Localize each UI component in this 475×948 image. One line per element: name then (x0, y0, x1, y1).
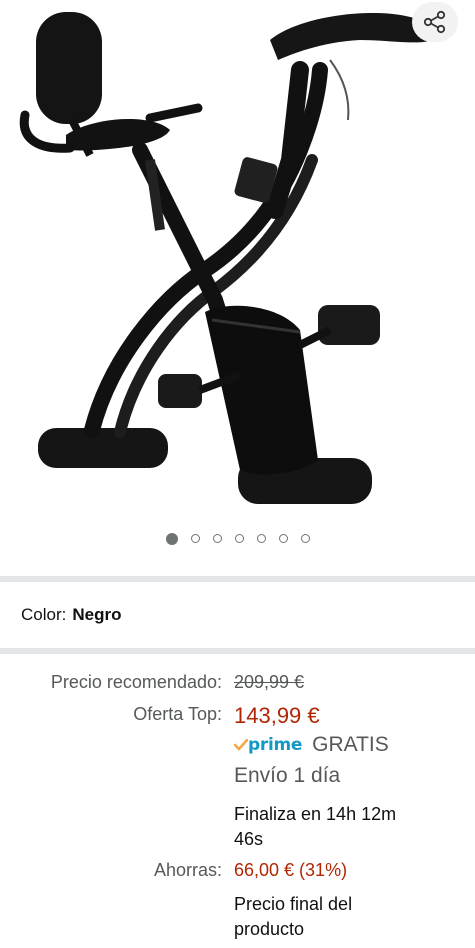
shipping-speed: Envío 1 día (234, 764, 341, 787)
list-price-value: 209,99 € (234, 672, 305, 692)
carousel-dot-7[interactable] (300, 534, 310, 543)
carousel-dot-2[interactable] (190, 534, 200, 543)
final-price-note: Precio final del producto (234, 892, 352, 942)
final-price-line-2: producto (234, 919, 305, 939)
final-price-line-1: Precio final del (234, 894, 353, 914)
deal-ends-timer: Finaliza en 14h 12m 46s (234, 802, 396, 852)
section-divider (0, 576, 475, 582)
carousel-dot-5[interactable] (256, 534, 266, 543)
prime-check-icon (234, 739, 248, 751)
color-value: Negro (72, 605, 122, 624)
section-divider (0, 648, 475, 654)
share-button[interactable] (412, 2, 458, 42)
shipping-free: GRATIS (312, 733, 389, 756)
prime-shipping: prime GRATIS (234, 733, 389, 757)
deal-ends-line-2: 46s (234, 829, 264, 849)
carousel-dot-1[interactable] (165, 533, 178, 545)
list-price-row: Precio recomendado: 209,99 € (0, 672, 475, 698)
carousel-dot-4[interactable] (234, 534, 244, 543)
prime-shipping-row: prime GRATIS (0, 733, 475, 761)
deal-price-value: 143,99 € (234, 703, 320, 728)
carousel-dot-3[interactable] (212, 534, 222, 543)
color-variant-row[interactable]: Color: Negro (21, 603, 121, 627)
prime-logo: prime (234, 735, 302, 755)
savings-label: Ahorras: (153, 860, 222, 880)
product-image-exercise-bike[interactable] (0, 0, 475, 520)
savings-value: 66,00 € (31%) (234, 860, 348, 880)
share-icon (423, 10, 446, 34)
prime-brand: prime (248, 735, 303, 755)
product-image-carousel[interactable] (0, 0, 475, 575)
color-label: Color: (21, 605, 67, 624)
savings-row: Ahorras: 66,00 € (31%) (0, 860, 475, 886)
carousel-dot-6[interactable] (278, 534, 288, 543)
deal-ends-row: Finaliza en 14h 12m 46s (0, 802, 475, 854)
carousel-indicator (0, 533, 475, 548)
final-price-note-row: Precio final del producto (0, 892, 475, 944)
deal-price-label: Oferta Top: (133, 704, 222, 724)
deal-ends-line-1: Finaliza en 14h 12m (234, 804, 397, 824)
list-price-label: Precio recomendado: (50, 672, 222, 692)
deal-price-row: Oferta Top: 143,99 € (0, 703, 475, 733)
shipping-speed-row: Envío 1 día (0, 764, 475, 792)
